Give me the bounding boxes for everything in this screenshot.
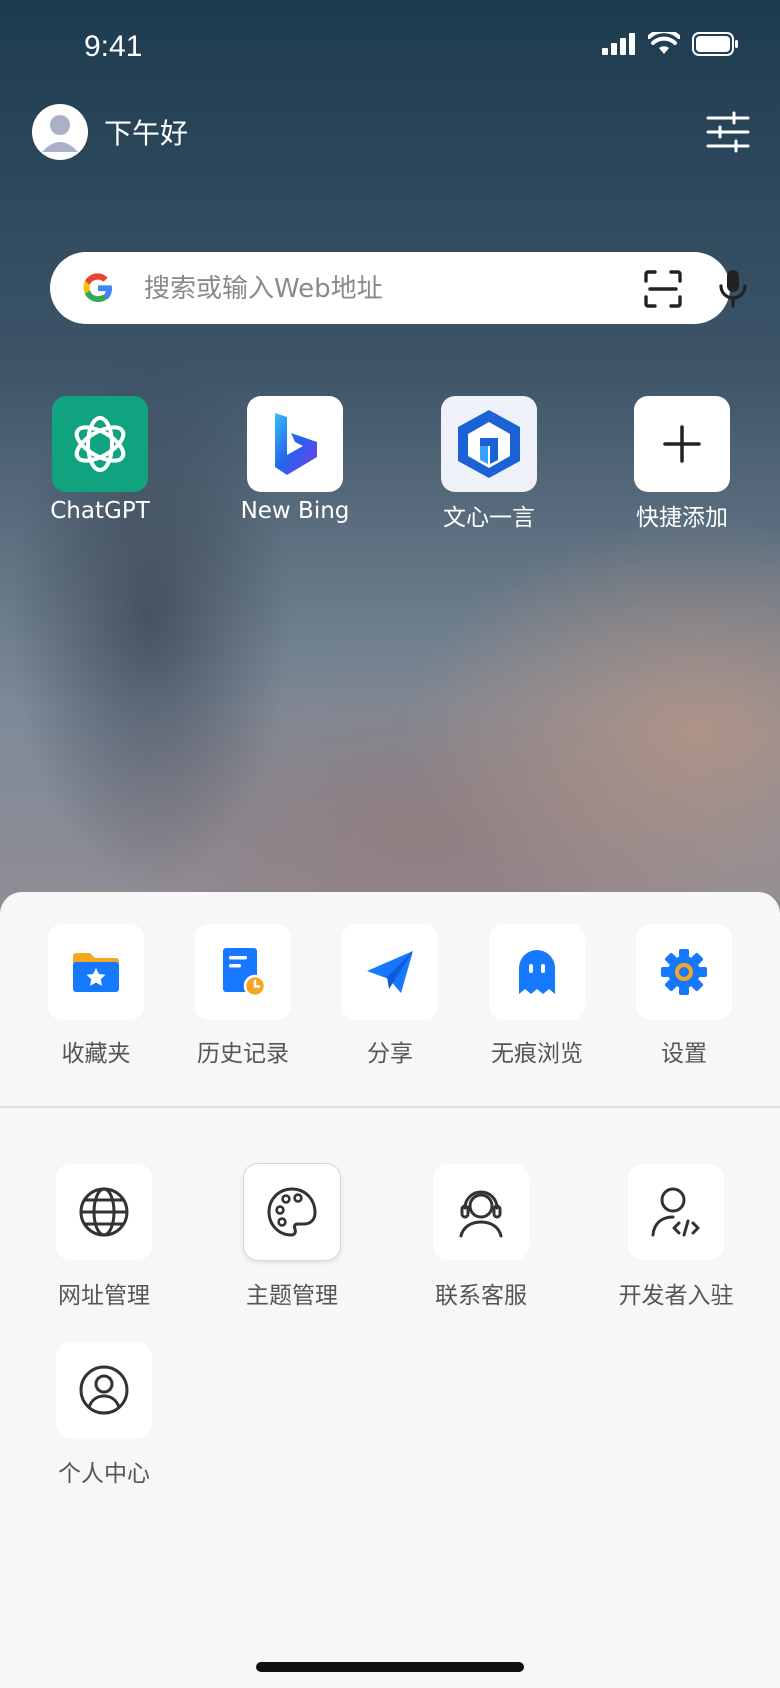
- gear-icon: [661, 949, 707, 995]
- favorites-folder-icon: [73, 953, 119, 992]
- tool-label: 网址管理: [58, 1283, 150, 1309]
- action-label: 历史记录: [197, 1041, 289, 1067]
- tool-personal-center[interactable]: 个人中心: [24, 1342, 184, 1488]
- tool-label: 联系客服: [435, 1283, 527, 1309]
- plus-icon: [663, 425, 701, 463]
- search-bar[interactable]: [50, 252, 747, 324]
- divider: [0, 1106, 780, 1108]
- ghost-icon: [519, 950, 555, 994]
- signal-icon: [602, 33, 635, 55]
- share-plane-icon: [367, 951, 413, 993]
- status-bar: 9:41: [0, 0, 780, 94]
- user-avatar-icon: [42, 115, 78, 152]
- scan-icon[interactable]: [644, 270, 682, 308]
- action-label: 分享: [367, 1041, 413, 1067]
- tool-theme-management[interactable]: 主题管理: [212, 1164, 372, 1310]
- greeting-text: 下午好: [104, 117, 189, 150]
- shortcut-chatgpt[interactable]: ChatGPT: [30, 396, 170, 524]
- palette-icon: [267, 1187, 317, 1237]
- status-time: 9:41: [84, 30, 143, 63]
- microphone-icon[interactable]: [714, 268, 752, 308]
- battery-icon: [692, 32, 738, 56]
- tool-developer[interactable]: 开发者入驻: [596, 1164, 756, 1310]
- avatar[interactable]: [32, 104, 88, 160]
- shortcut-grid: ChatGPT New Bing 文心一言 快捷添加: [0, 396, 780, 536]
- history-icon: [223, 948, 267, 998]
- home-indicator: [256, 1662, 524, 1672]
- shortcut-label: ChatGPT: [50, 498, 150, 524]
- action-incognito[interactable]: 无痕浏览: [467, 924, 607, 1068]
- shortcut-label: 快捷添加: [636, 505, 728, 531]
- wifi-icon: [648, 32, 680, 54]
- action-label: 设置: [661, 1041, 707, 1067]
- chatgpt-logo-icon: [74, 416, 126, 472]
- shortcut-wenxin[interactable]: 文心一言: [419, 396, 559, 532]
- developer-icon: [651, 1187, 700, 1237]
- globe-icon: [79, 1187, 129, 1237]
- bing-logo-icon: [275, 413, 317, 475]
- tool-label: 个人中心: [58, 1461, 150, 1487]
- action-share[interactable]: 分享: [320, 924, 460, 1068]
- action-favorites[interactable]: 收藏夹: [26, 924, 166, 1068]
- tool-label: 主题管理: [246, 1283, 338, 1309]
- wenxin-logo-icon: [458, 410, 520, 478]
- action-label: 无痕浏览: [491, 1041, 583, 1067]
- shortcut-label: 文心一言: [443, 505, 535, 531]
- tool-url-management[interactable]: 网址管理: [24, 1164, 184, 1310]
- greeting-header: 下午好: [32, 104, 188, 160]
- shortcut-new-bing[interactable]: New Bing: [225, 396, 365, 524]
- quick-actions-row: 收藏夹 历史记录 分享 无痕浏览 设置: [0, 924, 780, 1074]
- shortcut-add[interactable]: 快捷添加: [612, 396, 752, 532]
- tool-customer-service[interactable]: 联系客服: [401, 1164, 561, 1310]
- google-logo-icon: [83, 273, 112, 303]
- search-input[interactable]: [142, 266, 576, 312]
- filter-settings-icon[interactable]: [706, 110, 750, 154]
- action-history[interactable]: 历史记录: [173, 924, 313, 1068]
- action-settings[interactable]: 设置: [614, 924, 754, 1068]
- action-label: 收藏夹: [61, 1041, 131, 1067]
- shortcut-label: New Bing: [240, 498, 350, 524]
- tool-label: 开发者入驻: [618, 1283, 734, 1309]
- bottom-menu-sheet: 收藏夹 历史记录 分享 无痕浏览 设置 网址管理 主题管理 联系客服 开发者入驻…: [0, 892, 780, 1688]
- headset-icon: [459, 1190, 503, 1238]
- user-circle-icon: [79, 1365, 129, 1415]
